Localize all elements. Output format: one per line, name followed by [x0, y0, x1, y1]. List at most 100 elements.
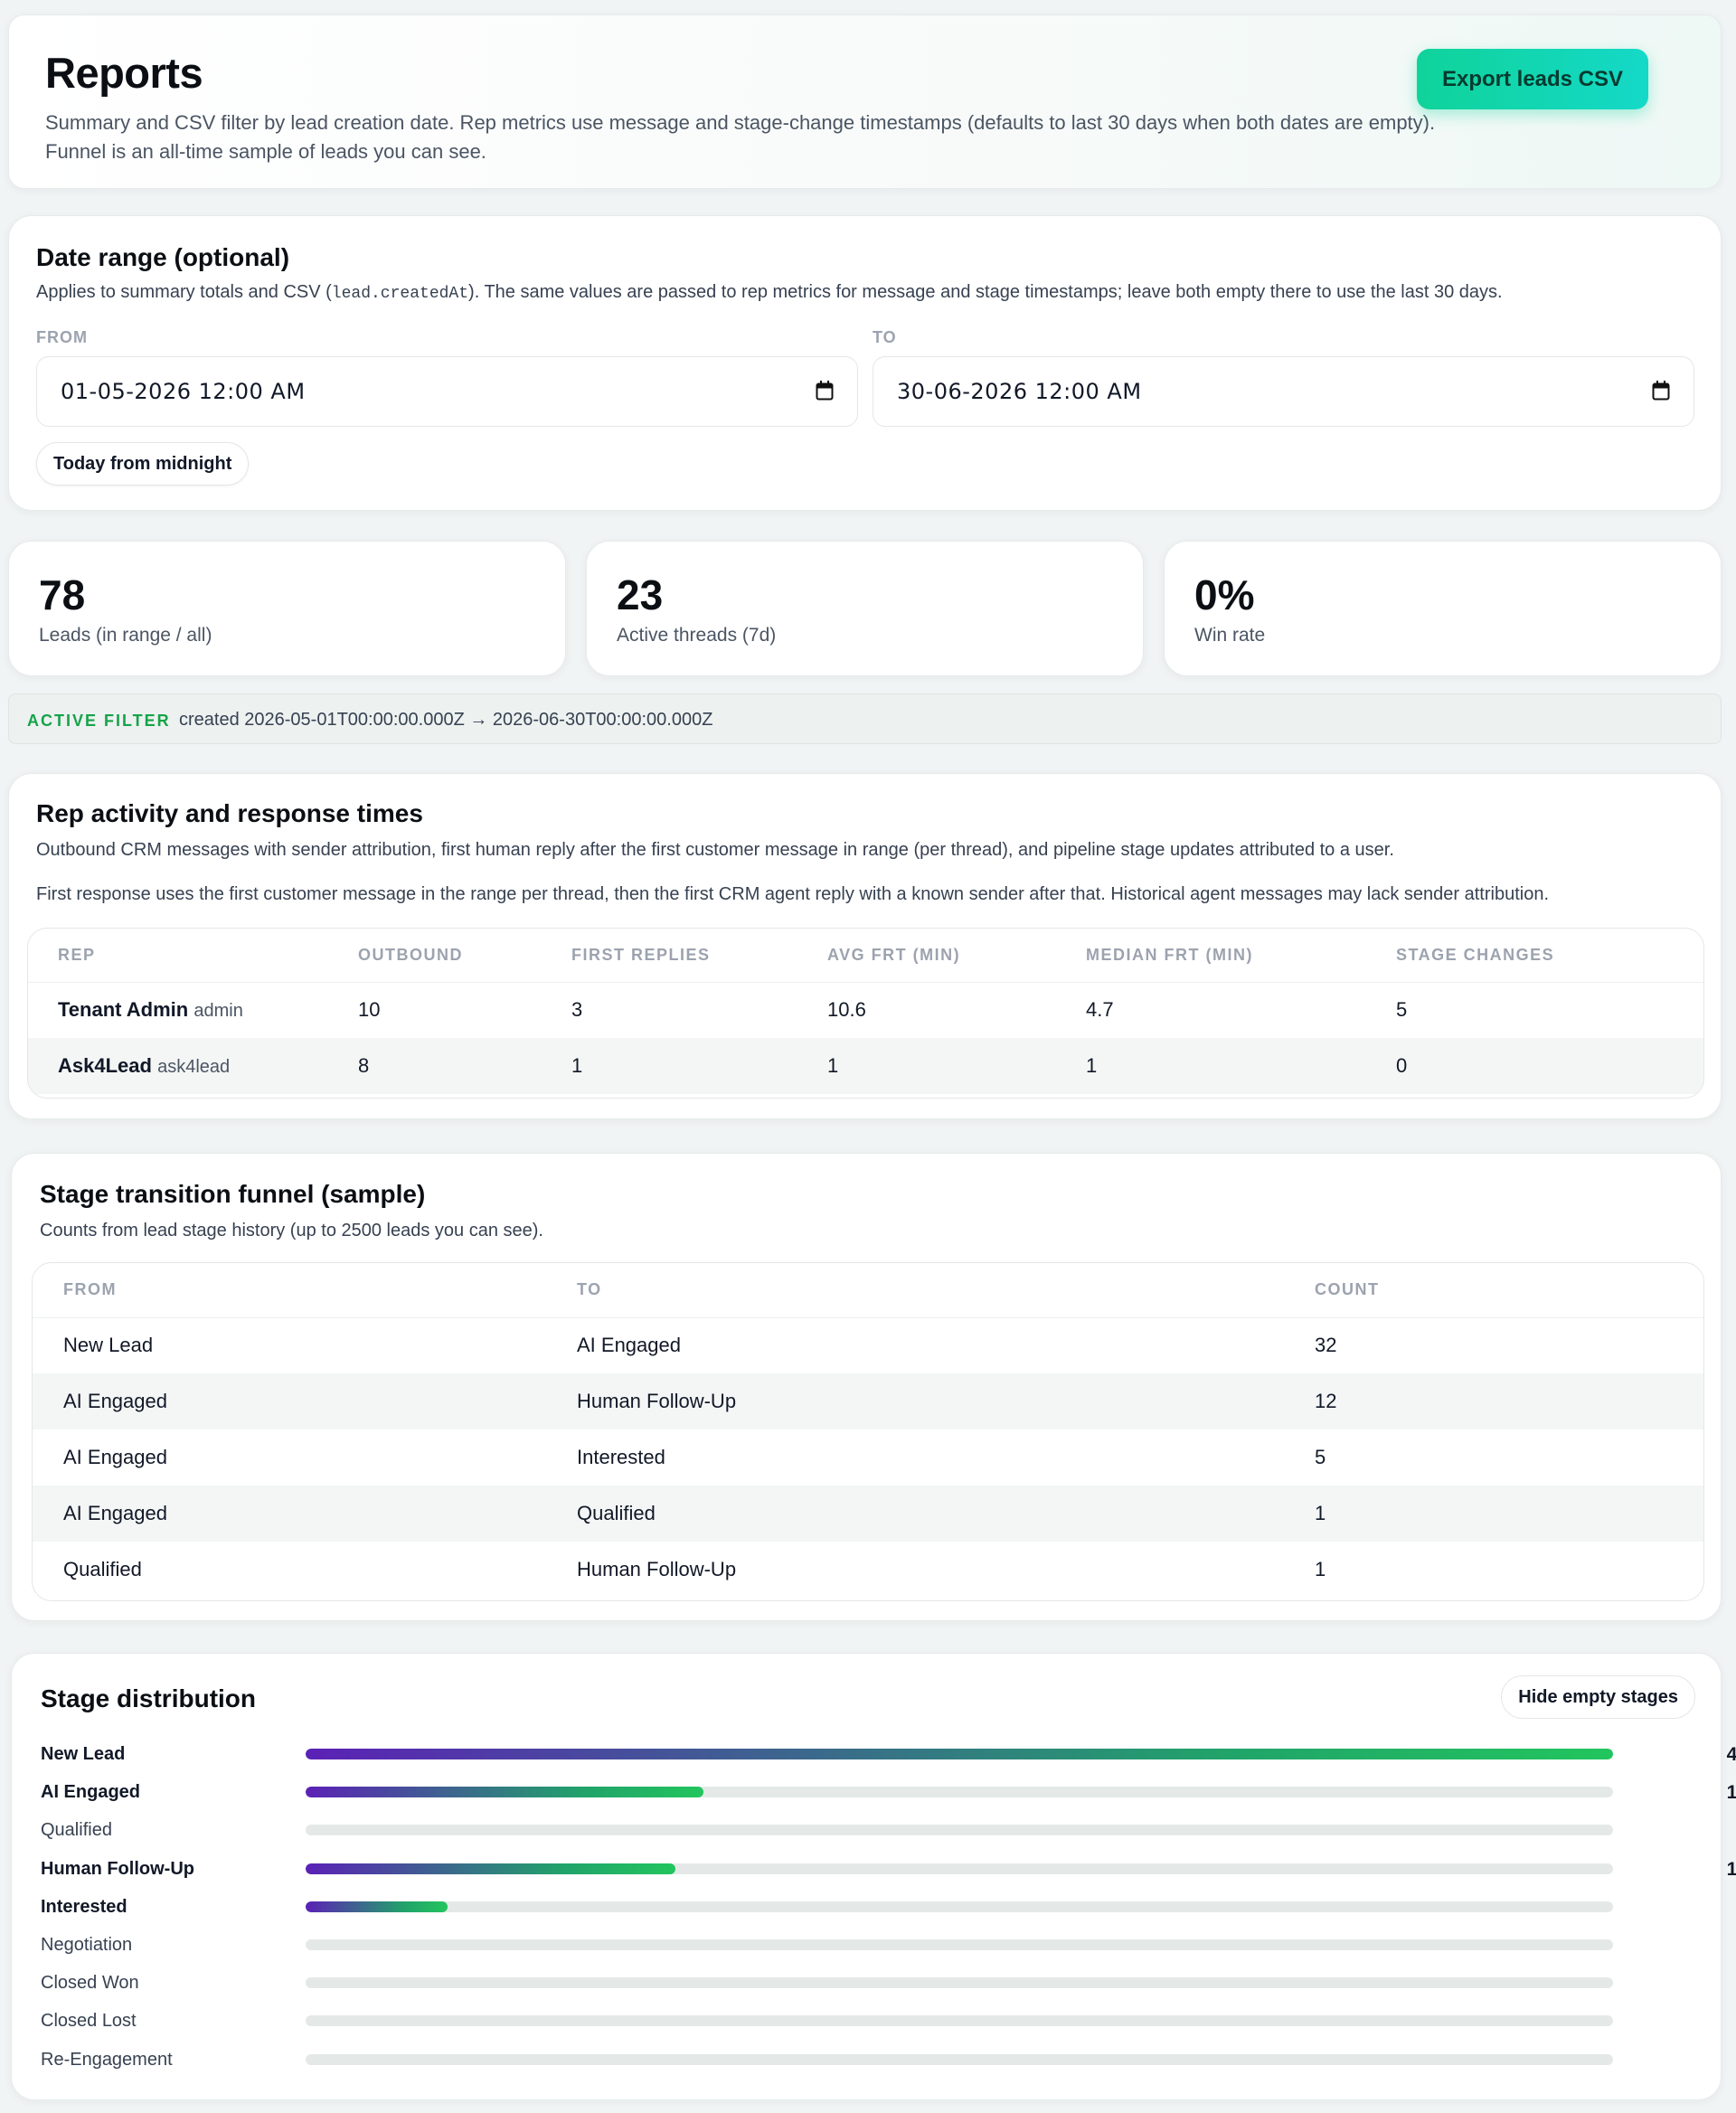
date-range-card: Date range (optional) Applies to summary…: [8, 215, 1722, 511]
to-date-input[interactable]: 30-06-2026 12:00 AM: [873, 356, 1694, 427]
distribution-row: Closed Won0: [12, 1964, 1721, 2002]
stat-label: Win rate: [1194, 625, 1266, 646]
export-leads-csv-button[interactable]: Export leads CSV: [1417, 49, 1648, 109]
stage-changes-cell: 5: [1396, 998, 1408, 1022]
distribution-row: Negotiation0: [12, 1926, 1721, 1964]
stage-changes-cell: 0: [1396, 1038, 1703, 1094]
distribution-row: Qualified0: [12, 1811, 1721, 1849]
count-cell: 1: [1315, 1558, 1326, 1580]
table-header-row: REP OUTBOUND FIRST REPLIES AVG FRT (MIN)…: [28, 929, 1703, 983]
date-range-description: Applies to summary totals and CSV (lead.…: [36, 282, 1503, 303]
stat-label: Active threads (7d): [617, 625, 777, 646]
calendar-icon[interactable]: [1652, 381, 1670, 401]
column-header-first-replies: FIRST REPLIES: [571, 929, 827, 983]
reports-header: Reports Summary and CSV filter by lead c…: [8, 14, 1722, 189]
stage-label: Negotiation: [41, 1935, 133, 1955]
to-cell: Qualified: [577, 1486, 1315, 1542]
column-header-rep: REP: [28, 929, 358, 983]
stage-label: Closed Won: [41, 1973, 139, 1994]
stage-bar-track: [306, 1901, 1613, 1912]
stage-distribution-card: Stage distribution Hide empty stages New…: [11, 1653, 1736, 2100]
stage-count: 0: [1694, 1935, 1736, 1957]
table-row: Qualified Human Follow-Up 1: [33, 1542, 1703, 1598]
count-cell: 1: [1315, 1486, 1703, 1542]
stage-label: Interested: [41, 1896, 127, 1917]
stage-bar: [306, 1863, 675, 1874]
stage-count: 0: [1694, 2011, 1736, 2033]
rep-name: Tenant Admin: [58, 998, 189, 1022]
distribution-row: New Lead 46: [12, 1735, 1736, 1773]
from-cell: New Lead: [63, 1334, 154, 1357]
count-cell: 5: [1315, 1446, 1326, 1468]
active-filter-tag: ACTIVE FILTER: [27, 712, 171, 730]
distribution-row: Human Follow-Up 13: [12, 1850, 1736, 1888]
stage-bar-track: [306, 1749, 1613, 1759]
table-header-row: FROM TO COUNT: [33, 1263, 1703, 1318]
column-header-from: FROM: [33, 1263, 577, 1318]
from-date-value: 01-05-2026 12:00 AM: [61, 379, 306, 404]
active-filter-text: created 2026-05-01T00:00:00.000Z → 2026-…: [179, 710, 713, 730]
median-frt-cell: 1: [1086, 1038, 1396, 1094]
stage-bar: [306, 1787, 704, 1798]
funnel-title: Stage transition funnel (sample): [40, 1180, 426, 1208]
stage-funnel-card: Stage transition funnel (sample) Counts …: [11, 1153, 1722, 1621]
rep-activity-table: REP OUTBOUND FIRST REPLIES AVG FRT (MIN)…: [27, 928, 1704, 1099]
from-cell: Qualified: [63, 1558, 142, 1580]
count-cell: 12: [1315, 1373, 1703, 1429]
from-date-input[interactable]: 01-05-2026 12:00 AM: [36, 356, 858, 427]
stage-bar-track: [306, 1863, 1613, 1874]
code-field-name: lead.createdAt: [331, 285, 469, 303]
stage-bar-track: [306, 2053, 1613, 2065]
outbound-cell: 10: [358, 998, 381, 1022]
rep-activity-description-2: First response uses the first customer m…: [36, 884, 1550, 904]
stat-card-active-threads: 23 Active threads (7d): [586, 541, 1144, 676]
count-cell: 32: [1315, 1334, 1337, 1357]
from-cell: AI Engaged: [63, 1446, 167, 1468]
column-header-avg-frt: AVG FRT (MIN): [827, 929, 1086, 983]
page-description: Summary and CSV filter by lead creation …: [45, 111, 1436, 163]
column-header-to: TO: [577, 1263, 1315, 1318]
stat-card-leads: 78 Leads (in range / all): [8, 541, 566, 676]
stage-label: Re-Engagement: [41, 2049, 173, 2070]
stage-count: 13: [1726, 1858, 1736, 1880]
stat-card-win-rate: 0% Win rate: [1164, 541, 1722, 676]
calendar-icon[interactable]: [816, 381, 834, 401]
table-row: AI Engaged Interested 5: [33, 1429, 1703, 1486]
rep-activity-title: Rep activity and response times: [36, 799, 423, 827]
hide-empty-stages-button[interactable]: Hide empty stages: [1501, 1675, 1695, 1719]
rep-cell: Tenant Admin admin: [28, 982, 358, 1038]
from-cell: AI Engaged: [33, 1486, 577, 1542]
stage-count: 0: [1694, 1820, 1736, 1842]
to-cell: AI Engaged: [577, 1334, 681, 1357]
stage-label: New Lead: [41, 1744, 126, 1764]
page-title: Reports: [45, 49, 203, 97]
to-cell: Human Follow-Up: [577, 1558, 737, 1580]
column-header-stage-changes: STAGE CHANGES: [1396, 929, 1703, 983]
to-date-value: 30-06-2026 12:00 AM: [897, 379, 1142, 404]
first-replies-cell: 3: [571, 998, 583, 1022]
stage-count: 46: [1726, 1744, 1736, 1765]
stat-value: 78: [39, 571, 86, 618]
stat-value: 0%: [1194, 571, 1255, 618]
distribution-title: Stage distribution: [41, 1684, 256, 1712]
avg-frt-cell: 1: [827, 1038, 1086, 1094]
rep-username: admin: [193, 1001, 243, 1022]
column-header-median-frt: MEDIAN FRT (MIN): [1086, 929, 1396, 983]
column-header-outbound: OUTBOUND: [358, 929, 571, 983]
distribution-row: Closed Lost0: [12, 2002, 1721, 2040]
to-cell: Human Follow-Up: [577, 1373, 1315, 1429]
today-from-midnight-button[interactable]: Today from midnight: [36, 442, 250, 486]
stage-label: AI Engaged: [41, 1782, 141, 1803]
from-label: FROM: [36, 328, 88, 346]
active-filter-bar: ACTIVE FILTER created 2026-05-01T00:00:0…: [8, 693, 1722, 744]
to-label: TO: [873, 328, 897, 346]
rep-activity-card: Rep activity and response times Outbound…: [8, 773, 1722, 1119]
table-row: New Lead AI Engaged 32: [33, 1317, 1703, 1373]
stage-bar-track: [306, 1977, 1613, 1989]
stage-bar-track: [306, 1787, 1613, 1798]
stat-value: 23: [617, 571, 664, 618]
stage-bar-track: [306, 1825, 1613, 1836]
stage-count: 0: [1694, 2050, 1736, 2071]
table-row: Ask4Lead ask4lead 8 1 1 1 0: [28, 1038, 1703, 1094]
distribution-row: Interested5: [12, 1888, 1721, 1926]
